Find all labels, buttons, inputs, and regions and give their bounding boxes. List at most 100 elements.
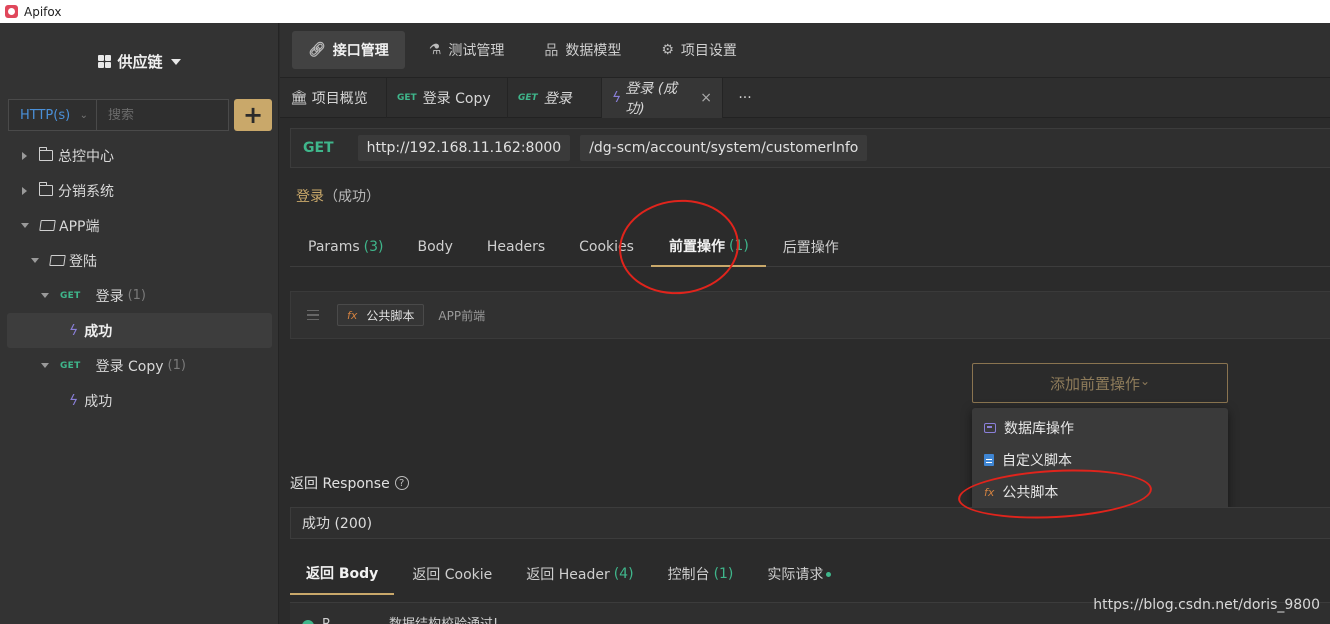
gear-icon: ⚙︎ (661, 42, 674, 58)
subtab-label: Headers (486, 238, 546, 255)
rtab-label: 返回 Header (526, 567, 610, 583)
response-status: 成功 (200) (302, 516, 373, 532)
chevron-down-icon: ⌄ (1139, 373, 1151, 388)
case-count: (1) (167, 358, 186, 373)
flask-icon: ⚗︎ (428, 42, 442, 58)
tree-case-success-selected[interactable]: ϟ 成功 (7, 313, 272, 348)
rtab-console[interactable]: 控制台 (1) (650, 553, 752, 595)
add-pre-operation-button[interactable]: 添加前置操作 ⌄ (972, 363, 1228, 403)
add-button[interactable]: + (234, 99, 272, 131)
grid-icon (98, 55, 112, 68)
tree-folder-zongkong[interactable]: 总控中心 (0, 138, 279, 173)
folder-icon (38, 182, 53, 196)
rtab-count: (4) (613, 566, 634, 582)
subtab-params[interactable]: Params (3) (291, 226, 401, 267)
method-badge: GET (60, 360, 81, 371)
drag-handle-icon[interactable] (307, 309, 319, 321)
search-input[interactable] (97, 107, 227, 123)
tab-login-success[interactable]: ϟ 登录 (成功) × (602, 78, 723, 118)
case-count: (1) (127, 288, 146, 303)
top-nav: 🔗︎ 接口管理 ⚗︎ 测试管理 品 数据模型 ⚙︎ 项目设置 (280, 23, 1330, 78)
tree-folder-denglu[interactable]: 登陆 (0, 243, 279, 278)
menu-item-database[interactable]: 数据库操作 (972, 412, 1228, 444)
nav-label: 项目设置 (680, 43, 737, 59)
base-url[interactable]: http://192.168.11.162:8000 (357, 135, 571, 161)
watermark: https://blog.csdn.net/doris_9800 (1093, 597, 1320, 613)
bolt-icon: ϟ (69, 322, 79, 339)
model-icon: 品 (544, 43, 559, 59)
response-preview-a: R (322, 617, 331, 624)
chevron-down-icon (41, 363, 49, 368)
chevron-down-icon (21, 223, 29, 228)
tab-overview[interactable]: 🏛︎ 项目概览 (280, 78, 387, 118)
public-script-chip[interactable]: fx 公共脚本 (337, 304, 425, 326)
subtab-label: Cookies (579, 238, 634, 255)
request-subtabs: Params (3) Body Headers Cookies 前置操作 (1) 后… (290, 226, 1330, 267)
response-title-label: 返回 Response (290, 476, 390, 492)
response-tabs: 返回 Body 返回 Cookie 返回 Header (4) 控制台 (1) 实际… (290, 553, 1330, 595)
rtab-count: (1) (713, 566, 734, 582)
fx-icon: fx (347, 308, 358, 322)
chevron-down-icon (41, 293, 49, 298)
menu-item-public-script[interactable]: fx 公共脚本 (972, 476, 1228, 508)
method-badge: GET (60, 290, 81, 301)
bank-icon: 🏛︎ (290, 90, 308, 106)
button-label: 添加前置操作 (1049, 374, 1140, 393)
rtab-cookie[interactable]: 返回 Cookie (394, 553, 510, 595)
nav-label: 接口管理 (332, 43, 389, 59)
help-icon[interactable]: ? (394, 476, 409, 490)
main-panel: 🔗︎ 接口管理 ⚗︎ 测试管理 品 数据模型 ⚙︎ 项目设置 🏛︎ 项目概览 G… (280, 23, 1330, 624)
tab-login[interactable]: GET 登录 (508, 78, 602, 118)
bolt-icon: ϟ (69, 392, 79, 409)
nav-test-management[interactable]: ⚗︎ 测试管理 (413, 31, 521, 69)
rtab-actual-request[interactable]: 实际请求 (751, 553, 847, 595)
rtab-header[interactable]: 返回 Header (4) (510, 553, 649, 595)
protocol-select[interactable]: HTTP(s) ⌄ (9, 100, 97, 130)
tree-label: 成功 (84, 393, 113, 410)
response-status-selector[interactable]: 成功 (200) (290, 507, 1330, 539)
request-method[interactable]: GET (303, 140, 334, 156)
tab-bar: 🏛︎ 项目概览 GET 登录 Copy GET 登录 ϟ 登录 (成功) × ·… (280, 78, 1330, 118)
tree-label: 登录 Copy (95, 358, 164, 375)
tree-api-login[interactable]: GET 登录 (1) (0, 278, 279, 313)
search-box: HTTP(s) ⌄ (8, 99, 229, 131)
database-icon (984, 423, 996, 433)
close-icon[interactable]: × (700, 90, 712, 106)
tree-case-success[interactable]: ϟ 成功 (0, 383, 279, 418)
subtab-headers[interactable]: Headers (470, 226, 562, 267)
subtab-post-operations[interactable]: 后置操作 (766, 226, 856, 267)
tree-label: 总控中心 (58, 148, 114, 165)
window-titlebar: Apifox (0, 0, 1330, 23)
sidebar: 供应链 HTTP(s) ⌄ + 总控中心 分销系统 APP端 (0, 23, 279, 624)
chevron-right-icon (22, 151, 27, 160)
subtab-body[interactable]: Body (401, 226, 470, 267)
tree-label: 登陆 (69, 253, 97, 270)
api-tree: 总控中心 分销系统 APP端 登陆 GET 登录 (1) ϟ 成功 GET 登录… (0, 138, 279, 418)
tree-folder-fenxiao[interactable]: 分销系统 (0, 173, 279, 208)
nav-api-management[interactable]: 🔗︎ 接口管理 (292, 31, 405, 69)
tab-login-copy[interactable]: GET 登录 Copy (387, 78, 508, 118)
request-path[interactable]: /dg-scm/account/system/customerInfo (580, 135, 868, 161)
method-badge: GET (518, 93, 538, 103)
tree-label: 成功 (84, 323, 113, 340)
bolt-icon: ϟ (612, 90, 622, 106)
nav-data-model[interactable]: 品 数据模型 (528, 31, 637, 69)
project-switcher[interactable]: 供应链 (0, 51, 279, 72)
chevron-down-icon: ⌄ (79, 109, 88, 121)
subtab-cookies[interactable]: Cookies (562, 226, 651, 267)
rtab-label: 控制台 (667, 567, 710, 583)
tree-folder-app[interactable]: APP端 (0, 208, 279, 243)
method-badge: GET (397, 93, 417, 103)
search-row: HTTP(s) ⌄ + (8, 99, 272, 131)
tree-api-login-copy[interactable]: GET 登录 Copy (1) (0, 348, 279, 383)
more-tabs-button[interactable]: ··· (723, 78, 767, 117)
rtab-body[interactable]: 返回 Body (290, 553, 395, 595)
nav-project-settings[interactable]: ⚙︎ 项目设置 (645, 31, 753, 69)
menu-item-custom-script[interactable]: 自定义脚本 (972, 444, 1228, 476)
add-pre-operation-menu: 数据库操作 自定义脚本 fx 公共脚本 (972, 408, 1228, 511)
folder-open-icon (39, 220, 56, 231)
nav-label: 数据模型 (565, 43, 622, 59)
project-name: 供应链 (117, 53, 163, 71)
subtab-pre-operations[interactable]: 前置操作 (1) (650, 226, 766, 267)
protocol-label: HTTP(s) (20, 107, 71, 123)
